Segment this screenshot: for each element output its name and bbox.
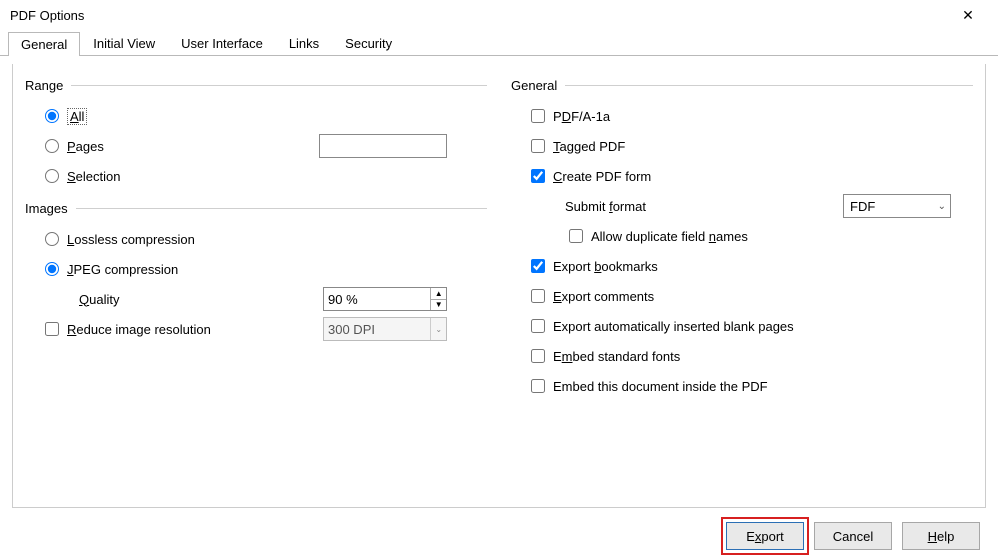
checkbox-embed-fonts[interactable] — [531, 349, 545, 363]
resolution-select: ⌄ — [323, 317, 447, 341]
label-lossless: Lossless compression — [67, 232, 195, 247]
tab-user-interface[interactable]: User Interface — [168, 31, 276, 55]
label-pages: Pages — [67, 139, 104, 154]
group-general-title: General — [511, 78, 565, 93]
checkbox-export-comments[interactable] — [531, 289, 545, 303]
checkbox-create-form[interactable] — [531, 169, 545, 183]
quality-down-icon[interactable]: ▼ — [431, 300, 446, 311]
radio-lossless[interactable] — [45, 232, 59, 246]
close-icon[interactable]: ✕ — [948, 0, 988, 30]
radio-selection[interactable] — [45, 169, 59, 183]
checkbox-tagged[interactable] — [531, 139, 545, 153]
label-jpeg: JPEG compression — [67, 262, 178, 277]
label-reduce-resolution: Reduce image resolution — [67, 322, 211, 337]
label-pdfa: PDF/A-1a — [553, 109, 610, 124]
checkbox-export-bookmarks[interactable] — [531, 259, 545, 273]
label-export-bookmarks: Export bookmarks — [553, 259, 658, 274]
chevron-down-icon: ⌄ — [431, 318, 446, 340]
label-embed-fonts: Embed standard fonts — [553, 349, 680, 364]
label-create-form: Create PDF form — [553, 169, 651, 184]
radio-jpeg[interactable] — [45, 262, 59, 276]
radio-all[interactable] — [45, 109, 59, 123]
window-title: PDF Options — [10, 8, 84, 23]
checkbox-export-blank[interactable] — [531, 319, 545, 333]
group-general: General PDF/A-1a Tagged PDF Create PDF f… — [511, 78, 973, 401]
checkbox-pdfa[interactable] — [531, 109, 545, 123]
group-range: Range All Pages Selection — [25, 78, 487, 191]
label-quality: Quality — [79, 292, 119, 307]
tab-general[interactable]: General — [8, 32, 80, 56]
help-button[interactable]: Help — [902, 522, 980, 550]
export-button[interactable]: Export — [726, 522, 804, 550]
checkbox-allow-duplicate[interactable] — [569, 229, 583, 243]
label-tagged: Tagged PDF — [553, 139, 625, 154]
label-submit-format: Submit format — [565, 199, 646, 214]
label-export-blank: Export automatically inserted blank page… — [553, 319, 794, 334]
quality-input[interactable] — [324, 288, 430, 310]
pages-input[interactable] — [319, 134, 447, 158]
group-range-title: Range — [25, 78, 71, 93]
quality-spinner[interactable]: ▲ ▼ — [323, 287, 447, 311]
tab-links[interactable]: Links — [276, 31, 332, 55]
label-all: All — [67, 109, 87, 124]
label-export-comments: Export comments — [553, 289, 654, 304]
checkbox-embed-doc[interactable] — [531, 379, 545, 393]
quality-up-icon[interactable]: ▲ — [431, 288, 446, 300]
radio-pages[interactable] — [45, 139, 59, 153]
submit-format-value: FDF — [850, 199, 875, 214]
button-bar: Export Cancel Help — [0, 512, 998, 560]
label-allow-duplicate: Allow duplicate field names — [591, 229, 748, 244]
group-images-title: Images — [25, 201, 76, 216]
tab-strip: General Initial View User Interface Link… — [0, 30, 998, 56]
submit-format-select[interactable]: FDF ⌄ — [843, 194, 951, 218]
resolution-value — [324, 318, 430, 340]
label-selection: Selection — [67, 169, 120, 184]
cancel-button[interactable]: Cancel — [814, 522, 892, 550]
tab-initial-view[interactable]: Initial View — [80, 31, 168, 55]
tab-security[interactable]: Security — [332, 31, 405, 55]
checkbox-reduce-resolution[interactable] — [45, 322, 59, 336]
group-images: Images Lossless compression JPEG compres… — [25, 201, 487, 344]
chevron-down-icon: ⌄ — [938, 201, 946, 212]
label-embed-doc: Embed this document inside the PDF — [553, 379, 768, 394]
